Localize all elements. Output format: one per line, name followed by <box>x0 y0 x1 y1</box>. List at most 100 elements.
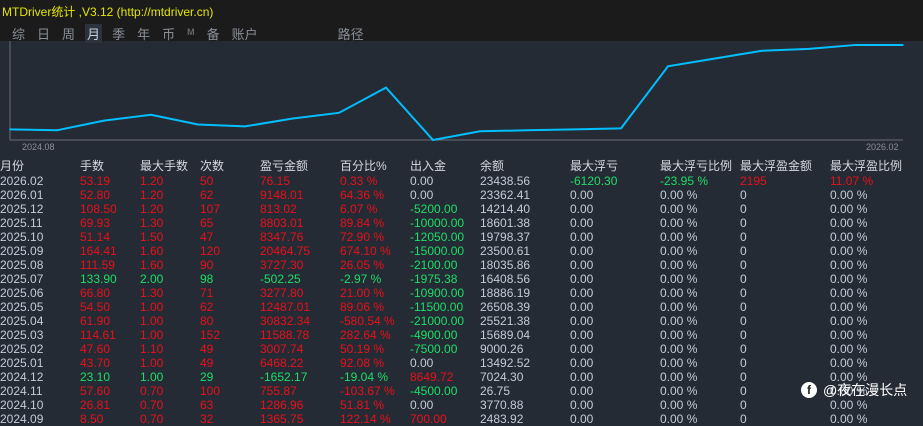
table-cell: -1652.17 <box>260 370 308 384</box>
table-row[interactable]: 2025.02 47.60 1.10 49 3007.74 50.19 % -7500.00… <box>0 342 921 356</box>
table-cell: 2025.09 <box>0 244 44 258</box>
table-cell: 1.00 <box>140 370 164 384</box>
column-header[interactable]: 最大手数 <box>140 157 200 174</box>
table-cell: 62 <box>200 300 214 314</box>
table-cell: 50.19 % <box>340 342 385 356</box>
table-cell: 2025.10 <box>0 230 44 244</box>
column-header[interactable]: 最大浮盈比例 <box>830 157 921 174</box>
table-row[interactable]: 2024.11 57.60 0.70 100 755.87 -103.67 % -4500.… <box>0 384 921 398</box>
table-cell: 108.50 <box>80 202 117 216</box>
column-header[interactable]: 出入金 <box>410 157 480 174</box>
table-cell: 47.60 <box>80 342 111 356</box>
table-row[interactable]: 2025.11 69.93 1.30 65 8803.01 89.84 % -10000.0… <box>0 216 921 230</box>
table-cell: 0.00 <box>570 286 594 300</box>
table-cell: 3007.74 <box>260 342 304 356</box>
table-row[interactable]: 2026.02 53.19 1.20 50 76.15 0.33 % 0.00 23438.5… <box>0 174 921 188</box>
column-header[interactable]: 百分比% <box>340 157 410 174</box>
table-cell: 18886.19 <box>480 286 531 300</box>
table-cell: 0.00 % <box>660 412 698 426</box>
table-cell: -2.97 % <box>340 272 382 286</box>
table-cell: 9000.26 <box>480 342 524 356</box>
table-row[interactable]: 2026.01 52.80 1.20 62 9148.01 64.36 % 0.00 2336… <box>0 188 921 202</box>
table-cell: 53.19 <box>80 174 111 188</box>
table-row[interactable]: 2025.09 164.41 1.60 120 20464.75 674.10 % -150… <box>0 244 921 258</box>
table-row[interactable]: 2025.05 54.50 1.00 62 12487.01 89.06 % -11500.… <box>0 300 921 314</box>
table-cell: 2025.11 <box>0 216 43 230</box>
data-point <box>150 113 152 116</box>
table-cell: 0.00 % <box>830 356 868 370</box>
table-cell: 12487.01 <box>260 300 311 314</box>
table-cell: 49 <box>200 342 214 356</box>
table-cell: 6.07 % <box>340 202 378 216</box>
column-header[interactable]: 手数 <box>80 157 140 174</box>
table-cell: 0.00 % <box>660 370 698 384</box>
table-cell: 111.59 <box>80 258 115 272</box>
table-row[interactable]: 2025.01 43.70 1.00 49 6468.22 92.08 % 0.00 1349… <box>0 356 921 370</box>
table-cell: 0.70 <box>140 384 164 398</box>
table-cell: 0.00 <box>570 356 594 370</box>
table-cell: -7500.00 <box>410 342 458 356</box>
table-cell: -103.67 % <box>340 384 395 398</box>
watermark: f @夜在漫长点 <box>801 380 907 400</box>
table-cell: 52.80 <box>80 188 111 202</box>
data-point <box>526 129 528 132</box>
table-cell: 0 <box>740 286 747 300</box>
column-header[interactable]: 最大浮亏 <box>570 157 660 174</box>
table-cell: 0 <box>740 412 747 426</box>
table-cell: 26.75 <box>480 384 511 398</box>
table-cell: 13492.52 <box>480 356 531 370</box>
table-row[interactable]: 2024.09 8.50 0.70 32 1365.75 122.14 % 700.00 24… <box>0 412 921 426</box>
table-row[interactable]: 2024.10 26.81 0.70 63 1286.96 51.81 % 0.00 3770… <box>0 398 921 412</box>
table-cell: 0.00 <box>570 230 594 244</box>
table-cell: 1.30 <box>140 216 164 230</box>
column-header[interactable]: 最大浮亏比例 <box>660 157 740 174</box>
table-cell: 1.00 <box>140 314 164 328</box>
table-cell: 14214.40 <box>480 202 531 216</box>
table-row[interactable]: 2025.12 108.50 1.20 107 813.02 6.07 % -5200.00… <box>0 202 921 216</box>
table-cell: 23.10 <box>80 370 111 384</box>
window-title: MTDriver统计 ,V3.12 (http://mtdriver.cn) <box>2 5 214 19</box>
table-cell: 1.20 <box>140 202 164 216</box>
table-row[interactable]: 2025.08 111.59 1.60 90 3727.30 26.05 % -2100.0… <box>0 258 921 272</box>
table-cell: 0 <box>740 188 747 202</box>
table-row[interactable]: 2025.03 114.61 1.00 152 11588.78 282.64 % -490… <box>0 328 921 342</box>
column-header[interactable]: 月份 <box>0 157 80 174</box>
column-header[interactable]: 次数 <box>200 157 260 174</box>
table-cell: -11500.00 <box>410 300 464 314</box>
table-row[interactable]: 2025.04 61.90 1.00 80 30832.34 -580.54 % -2100… <box>0 314 921 328</box>
table-cell: -1975.38 <box>410 272 458 286</box>
table-row[interactable]: 2024.12 23.10 1.00 29 -1652.17 -19.04 % 8649.7… <box>0 370 921 384</box>
table-cell: 133.90 <box>80 272 117 286</box>
table-cell: 65 <box>200 216 214 230</box>
table-cell: 0.00 % <box>830 286 868 300</box>
facebook-icon: f <box>801 382 817 398</box>
table-cell: 2026.01 <box>0 188 44 202</box>
table-cell: 1.20 <box>140 174 164 188</box>
column-header[interactable]: 盈亏金额 <box>260 157 340 174</box>
table-cell: 152 <box>200 328 221 342</box>
table-cell: 2024.12 <box>0 370 44 384</box>
table-cell: 0.00 % <box>830 314 868 328</box>
table-cell: 0.00 <box>570 370 594 384</box>
table-cell: 0.00 <box>570 328 594 342</box>
data-point <box>573 128 575 131</box>
table-cell: 1.00 <box>140 356 164 370</box>
series-line <box>9 43 903 142</box>
table-cell: 18035.86 <box>480 258 531 272</box>
data-point <box>56 129 58 132</box>
table-cell: 1365.75 <box>260 412 304 426</box>
table-cell: 64.36 % <box>340 188 385 202</box>
table-row[interactable]: 2025.06 66.80 1.30 71 3277.80 21.00 % -10900.0… <box>0 286 921 300</box>
table-cell: 0.00 % <box>660 286 698 300</box>
table-cell: 23438.56 <box>480 174 531 188</box>
table-cell: 0 <box>740 230 747 244</box>
table-cell: 51.81 % <box>340 398 385 412</box>
table-row[interactable]: 2025.10 51.14 1.50 47 8347.76 72.90 % -12050.0… <box>0 230 921 244</box>
table-cell: 114.61 <box>80 328 116 342</box>
table-row[interactable]: 2025.07 133.90 2.00 98 -502.25 -2.97 % -1975.3… <box>0 272 921 286</box>
data-point <box>667 65 669 68</box>
column-header[interactable]: 余额 <box>480 157 570 174</box>
table-cell: 0.00 % <box>660 384 698 398</box>
column-header[interactable]: 最大浮盈金额 <box>740 157 830 174</box>
table-cell: 0.00 % <box>660 230 698 244</box>
